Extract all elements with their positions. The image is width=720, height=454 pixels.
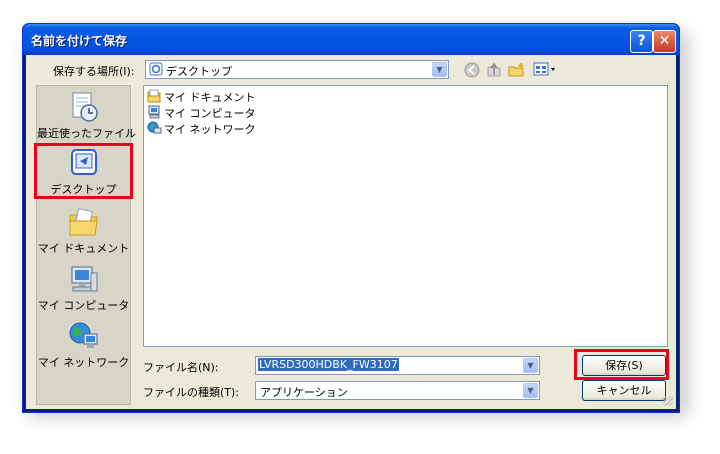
place-recent-files[interactable]: 最近使ったファイル [37,89,136,141]
place-label-network: マイ ネットワーク [37,356,130,369]
places-bar: 最近使ったファイル デスクトップ マイ ドキュメント マイ コンピュータ マイ … [36,85,136,405]
place-my-documents[interactable]: マイ ドキュメント [37,204,130,260]
dialog-title: 名前を付けて保存 [31,34,128,48]
cancel-button[interactable]: キャンセル [582,380,666,401]
title-bar[interactable]: 名前を付けて保存 ? ✕ [23,24,679,55]
filetype-value: アプリケーション [260,386,348,399]
recent-files-icon [72,92,98,122]
location-label: 保存する場所(I): [53,65,135,78]
highlight-save-box [574,349,669,380]
my-computer-icon [71,266,98,292]
place-my-network[interactable]: マイ ネットワーク [37,318,130,374]
filetype-select[interactable]: アプリケーション ▼ [255,381,540,400]
view-menu-icon[interactable] [533,61,557,80]
file-name: マイ ドキュメント [164,91,256,104]
filename-input[interactable]: LVRSD300HDBK_FW3107 ▼ [255,356,540,375]
desktop-small-icon [149,62,163,76]
chevron-down-icon[interactable]: ▼ [432,62,447,77]
close-button[interactable]: ✕ [653,30,676,53]
place-label-documents: マイ ドキュメント [37,242,130,255]
filename-label: ファイル名(N): [143,361,219,374]
location-select[interactable]: デスクトップ ▼ [145,60,449,79]
place-label-computer: マイ コンピュータ [37,299,130,312]
filetype-label: ファイルの種類(T): [143,386,240,399]
new-folder-icon[interactable] [508,62,526,78]
up-folder-icon[interactable] [486,62,502,78]
help-button[interactable]: ? [630,30,653,53]
file-name: マイ コンピュータ [164,107,256,120]
network-icon [147,121,162,134]
place-my-computer[interactable]: マイ コンピュータ [37,261,130,317]
highlight-desktop-box [34,143,133,199]
computer-icon [148,105,160,119]
my-documents-icon [69,208,98,236]
documents-folder-icon [147,89,161,103]
file-name: マイ ネットワーク [164,123,256,136]
resize-grip[interactable] [663,396,673,406]
chevron-down-icon[interactable]: ▼ [523,383,538,398]
location-value: デスクトップ [166,65,232,78]
chevron-down-icon[interactable]: ▼ [523,358,538,373]
my-network-icon [69,322,98,348]
file-list[interactable]: マイ ドキュメント マイ コンピュータ マイ ネットワーク [143,85,668,347]
filename-value: LVRSD300HDBK_FW3107 [258,358,399,371]
back-icon[interactable] [464,62,480,78]
place-label-recent: 最近使ったファイル [37,127,136,140]
